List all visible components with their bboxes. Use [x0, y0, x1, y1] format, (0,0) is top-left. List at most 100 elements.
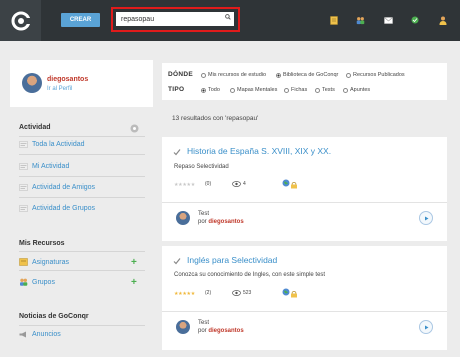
- by-prefix: por: [198, 328, 207, 334]
- views-icon: [232, 290, 241, 298]
- activity-icon: [19, 141, 28, 148]
- sidebar-item-label: Toda la Actividad: [32, 141, 85, 148]
- lock-icon: [290, 290, 298, 300]
- divider: [19, 154, 145, 155]
- globe-icon: [282, 288, 290, 298]
- sidebar-item-label: Mi Actividad: [32, 163, 70, 170]
- play-icon: [424, 325, 428, 329]
- sidebar-item-label: Grupos: [32, 278, 55, 286]
- result-title[interactable]: Inglés para Selectividad: [187, 255, 277, 265]
- add-subject-icon[interactable]: +: [131, 258, 137, 268]
- radio-label: Mis recursos de estudio: [208, 72, 267, 78]
- people-icon[interactable]: [356, 15, 365, 25]
- radio-label: Mapas Mentales: [237, 87, 278, 93]
- radio-label: Apuntes: [350, 87, 371, 93]
- radio-label: Fichas: [291, 87, 308, 93]
- radio-button[interactable]: [230, 87, 235, 93]
- logo-icon: [11, 11, 31, 30]
- add-group-icon[interactable]: +: [131, 278, 137, 288]
- activity-section-title: Actividad: [19, 124, 51, 131]
- create-button[interactable]: CREAR: [61, 13, 100, 27]
- check-icon: [173, 257, 181, 267]
- activity-icon: [19, 205, 28, 212]
- settings-icon[interactable]: [130, 124, 139, 135]
- by-prefix: por: [198, 219, 207, 225]
- sidebar-item-subjects[interactable]: Asignaturas: [19, 258, 143, 266]
- author-line: por diegosantos: [198, 219, 244, 225]
- notes-icon[interactable]: [329, 15, 338, 25]
- goconqr-logo[interactable]: [0, 0, 41, 41]
- search-icon[interactable]: [225, 14, 231, 22]
- news-section-title: Noticias de GoConqr: [19, 313, 89, 320]
- type-option-all[interactable]: Todo: [201, 87, 220, 93]
- rating-count: (0): [205, 181, 212, 187]
- activity-icon: [19, 184, 28, 191]
- where-option-my-resources[interactable]: Mis recursos de estudio: [201, 72, 266, 78]
- sidebar-item-label: Asignaturas: [32, 258, 69, 266]
- author-line: por diegosantos: [198, 328, 244, 334]
- author-avatar[interactable]: [176, 211, 190, 225]
- radio-button[interactable]: [346, 72, 351, 78]
- rating-stars: ★★★★★: [174, 182, 195, 188]
- views-count: 523: [243, 290, 252, 296]
- divider: [19, 176, 145, 177]
- open-button[interactable]: [419, 320, 433, 334]
- radio-button[interactable]: [284, 87, 289, 93]
- radio-button[interactable]: [201, 87, 206, 93]
- sidebar-item-friends-activity[interactable]: Actividad de Amigos: [19, 184, 143, 191]
- avatar[interactable]: [22, 73, 42, 93]
- megaphone-icon: [19, 331, 26, 338]
- result-description: Repaso Selectividad: [174, 164, 229, 170]
- divider: [162, 202, 447, 203]
- mail-icon[interactable]: [384, 15, 393, 25]
- result-description: Conozca su conocimiento de Ingles, con e…: [174, 272, 326, 278]
- radio-label: Tests: [322, 87, 335, 93]
- user-menu-icon[interactable]: [438, 15, 447, 25]
- result-kind: Test: [198, 211, 210, 217]
- radio-label: Biblioteca de GoConqr: [283, 72, 339, 78]
- sidebar-item-label: Anuncios: [32, 331, 61, 338]
- result-title[interactable]: Historia de España S. XVIII, XIX y XX.: [187, 146, 331, 156]
- type-option-tests[interactable]: Tests: [315, 87, 335, 93]
- globe-icon: [282, 179, 290, 189]
- sidebar-item-announcements[interactable]: Anuncios: [19, 331, 143, 338]
- rating-stars: ★★★★★: [174, 291, 195, 297]
- sidebar-item-groups-activity[interactable]: Actividad de Grupos: [19, 205, 143, 212]
- where-option-published[interactable]: Recursos Publicados: [346, 72, 405, 78]
- divider: [19, 197, 145, 198]
- profile-name[interactable]: diegosantos: [47, 76, 88, 83]
- profile-link[interactable]: Ir al Perfil: [47, 86, 72, 92]
- author-name[interactable]: diegosantos: [208, 219, 243, 225]
- author-avatar[interactable]: [176, 320, 190, 334]
- where-option-library[interactable]: Biblioteca de GoConqr: [276, 72, 338, 78]
- type-option-flashcards[interactable]: Fichas: [284, 87, 307, 93]
- result-kind: Test: [198, 320, 210, 326]
- filter-panel: [162, 63, 447, 100]
- check-icon: [173, 148, 181, 158]
- activity-icon: [19, 163, 28, 170]
- lock-icon: [290, 181, 298, 191]
- sidebar-item-all-activity[interactable]: Toda la Actividad: [19, 141, 143, 148]
- play-icon: [424, 216, 428, 220]
- radio-button[interactable]: [343, 87, 348, 93]
- results-count: 13 resultados con 'repasopau': [172, 115, 259, 122]
- radio-button[interactable]: [276, 72, 281, 78]
- author-name[interactable]: diegosantos: [208, 328, 243, 334]
- radio-button[interactable]: [315, 87, 320, 93]
- divider: [19, 325, 145, 326]
- divider: [19, 136, 145, 137]
- divider: [19, 270, 145, 271]
- open-button[interactable]: [419, 211, 433, 225]
- sidebar-item-groups[interactable]: Grupos: [19, 278, 143, 286]
- divider: [162, 311, 447, 312]
- sidebar-item-my-activity[interactable]: Mi Actividad: [19, 163, 143, 170]
- type-option-notes[interactable]: Apuntes: [343, 87, 370, 93]
- divider: [19, 251, 145, 252]
- radio-button[interactable]: [201, 72, 206, 78]
- type-option-mind-maps[interactable]: Mapas Mentales: [230, 87, 277, 93]
- search-input[interactable]: [116, 12, 234, 26]
- rating-count: (2): [205, 290, 212, 296]
- status-icon[interactable]: [410, 15, 419, 25]
- sidebar-item-label: Actividad de Amigos: [32, 184, 96, 191]
- resources-section-title: Mis Recursos: [19, 240, 65, 247]
